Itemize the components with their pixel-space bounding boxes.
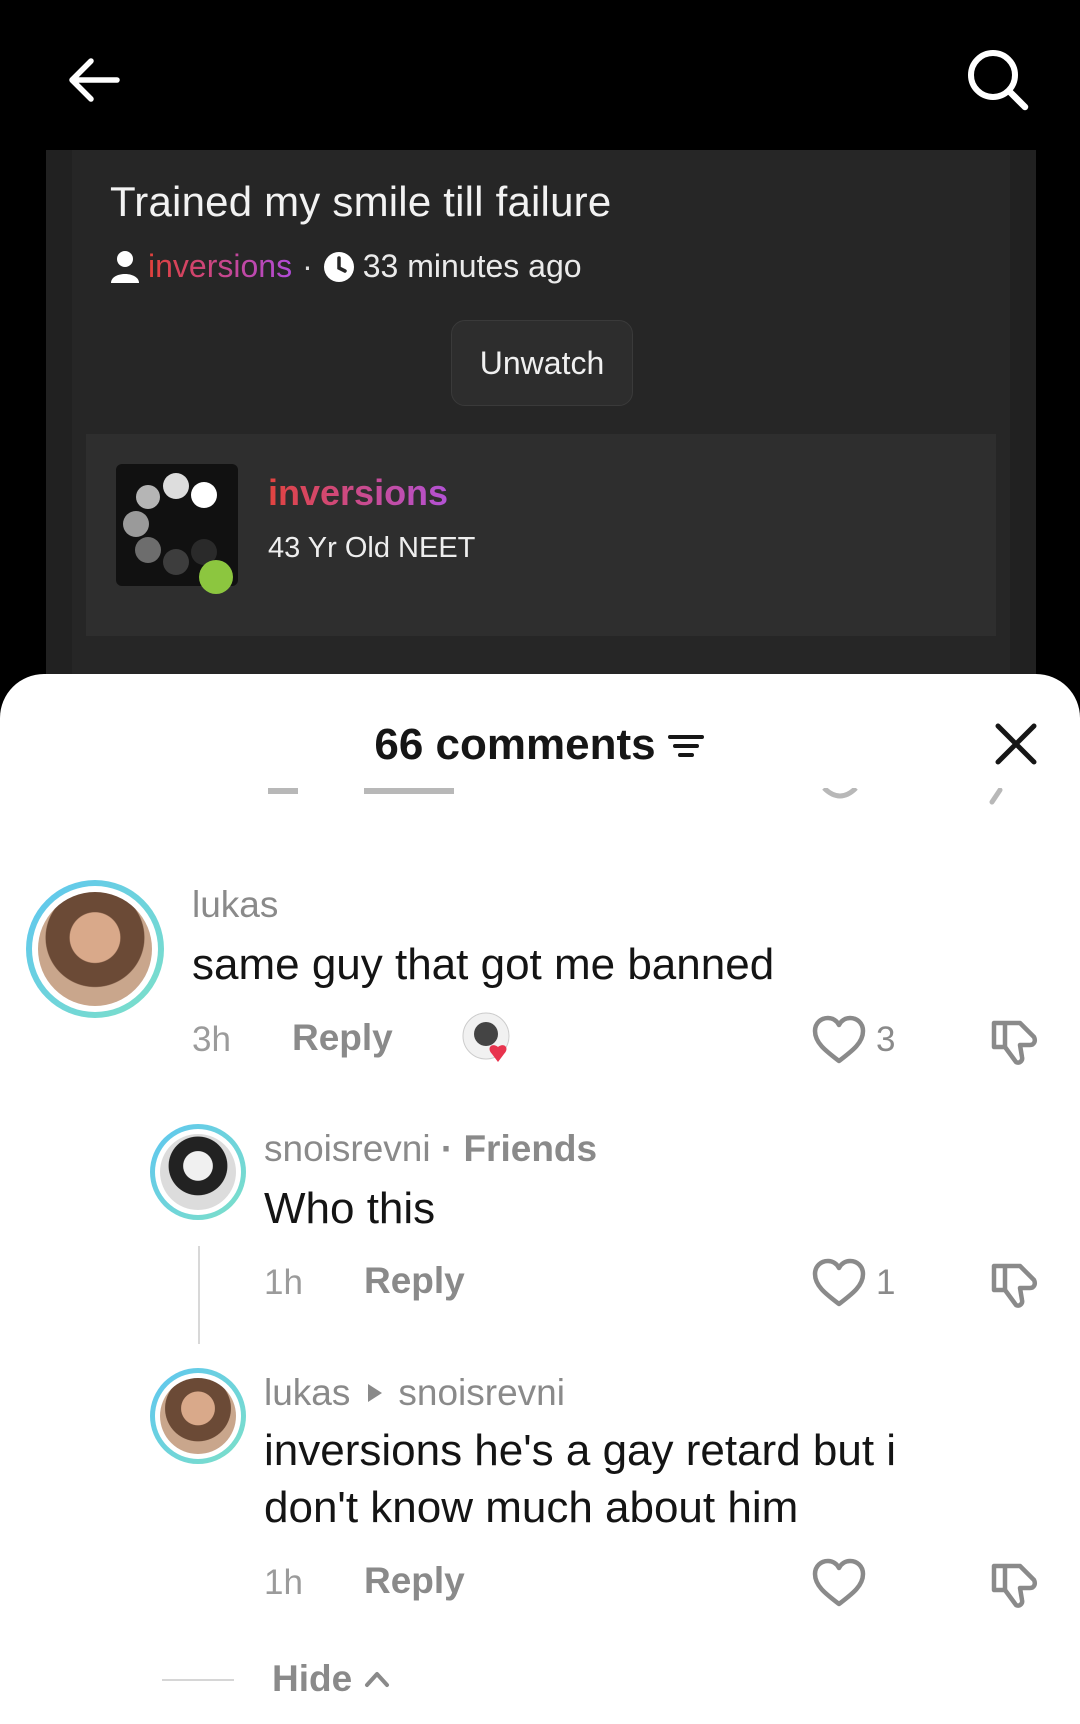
meta-separator: ·	[302, 248, 313, 284]
comment-username[interactable]: lukas	[192, 884, 278, 926]
reply-button[interactable]: Reply	[364, 1260, 465, 1302]
comments-count-title: 66 comments	[374, 720, 656, 769]
reply-to-username[interactable]: snoisrevni	[398, 1372, 565, 1414]
dislike-icon[interactable]	[986, 1013, 1042, 1069]
like-button[interactable]: 1	[812, 1258, 895, 1308]
dislike-icon[interactable]	[986, 1556, 1042, 1612]
creator-avatar-heart-icon	[462, 1012, 510, 1062]
sort-icon[interactable]	[666, 725, 706, 765]
close-icon[interactable]	[988, 716, 1044, 772]
hide-label: Hide	[272, 1658, 353, 1699]
caret-right-icon	[368, 1384, 383, 1402]
unwatch-button[interactable]: Unwatch	[451, 320, 633, 406]
reply-username[interactable]: lukas	[264, 1372, 350, 1414]
avatar[interactable]	[26, 880, 164, 1018]
reply-username[interactable]: snoisrevni	[264, 1128, 431, 1169]
reply-header: lukas snoisrevni	[264, 1372, 565, 1414]
back-button[interactable]	[58, 44, 130, 116]
post-author[interactable]: inversions	[148, 248, 292, 285]
heart-icon	[812, 1558, 866, 1607]
reply-button[interactable]: Reply	[292, 1017, 393, 1059]
reply-text: Who this	[264, 1184, 436, 1233]
arrow-left-icon	[69, 58, 120, 102]
like-count: 1	[876, 1263, 896, 1302]
profile-subtitle: 43 Yr Old NEET	[268, 532, 476, 564]
post-time: 33 minutes ago	[362, 248, 582, 284]
thread-line	[198, 1246, 200, 1344]
avatar[interactable]	[150, 1124, 246, 1220]
hide-divider	[162, 1679, 234, 1681]
reply-time: 1h	[264, 1563, 303, 1602]
loading-dots-logo	[123, 473, 233, 594]
profile-avatar[interactable]	[116, 464, 238, 594]
search-icon	[968, 50, 1029, 111]
heart-icon	[812, 1015, 866, 1064]
comment-text: same guy that got me banned	[192, 940, 775, 989]
post-meta: inversions · 33 minutes ago	[110, 248, 582, 285]
creator-liked-badge	[462, 1012, 520, 1070]
dislike-icon[interactable]	[986, 1256, 1042, 1312]
like-count: 3	[876, 1020, 896, 1059]
reply-header: snoisrevni · Friends	[264, 1128, 597, 1170]
search-button[interactable]	[958, 40, 1038, 120]
reply-time: 1h	[264, 1263, 303, 1302]
avatar[interactable]	[150, 1368, 246, 1464]
hide-replies-button[interactable]: Hide	[272, 1658, 392, 1700]
chevron-up-icon	[365, 1672, 390, 1687]
user-icon	[111, 250, 139, 283]
like-button[interactable]: 3	[812, 1015, 895, 1065]
friends-tag: · Friends	[440, 1128, 598, 1169]
heart-icon	[812, 1258, 866, 1307]
reply-button[interactable]: Reply	[364, 1560, 465, 1602]
like-button[interactable]	[812, 1558, 876, 1608]
top-bar	[0, 0, 1080, 150]
comment-time: 3h	[192, 1020, 231, 1059]
scrolled-comment-row	[240, 788, 1040, 810]
post-title: Trained my smile till failure	[110, 178, 612, 225]
clock-icon	[323, 251, 354, 282]
comments-header: 66 comments	[0, 712, 1080, 778]
reply-text: inversions he's a gay retard but i don't…	[264, 1426, 897, 1532]
profile-name[interactable]: inversions	[268, 472, 448, 514]
scrolled-row-fragments	[268, 788, 1003, 805]
